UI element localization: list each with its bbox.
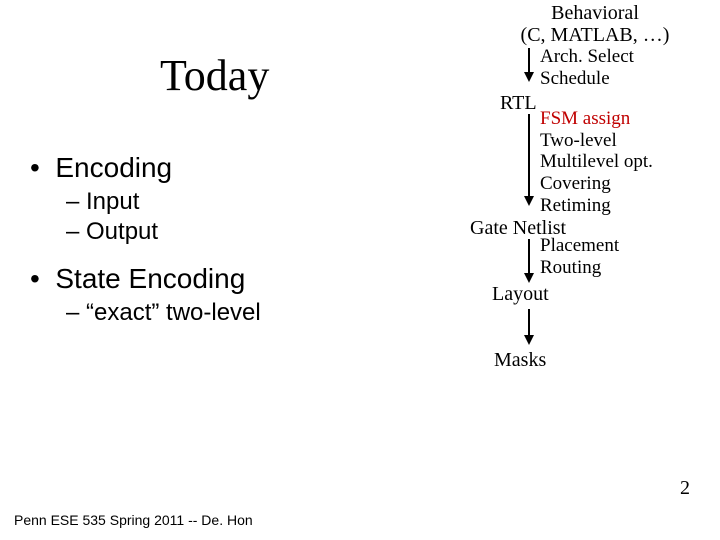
stage-masks: Masks [494,349,720,371]
arch-line1: Arch. Select [540,46,720,68]
side-arch: Arch. Select Schedule [540,46,720,90]
side-rtl-steps: FSM assign Two-level Multilevel opt. Cov… [540,108,720,217]
side-physical: Placement Routing [540,235,720,279]
subbullet-output: – Output [66,217,261,247]
footer-text: Penn ESE 535 Spring 2011 -- De. Hon [14,512,253,528]
arrow-icon [522,309,720,345]
opt-line1: Two-level [540,130,720,152]
bullet-text: State Encoding [55,263,245,294]
stage-behavioral: Behavioral (C, MATLAB, …) [490,2,720,46]
slide: Today • Encoding – Input – Output • Stat… [0,0,720,540]
page-title: Today [160,50,269,101]
subbullet-text: “exact” two-level [86,299,261,326]
outline-list: • Encoding – Input – Output • State Enco… [30,150,261,328]
subbullet-text: Input [86,188,139,215]
place-line2: Routing [540,257,720,279]
place-line1: Placement [540,235,720,257]
fsm-assign: FSM assign [540,108,720,130]
bullet-encoding: • Encoding [30,150,261,185]
opt-line4: Retiming [540,195,720,217]
arch-line2: Schedule [540,68,720,90]
behavioral-line2: (C, MATLAB, …) [470,24,720,46]
design-flow: Behavioral (C, MATLAB, …) Arch. Select S… [470,2,720,371]
stage-layout: Layout [492,283,720,305]
subbullet-input: – Input [66,187,261,217]
bullet-state-encoding: • State Encoding [30,261,261,296]
behavioral-line1: Behavioral [470,2,720,24]
bullet-text: Encoding [55,152,172,183]
subbullet-exact: – “exact” two-level [66,298,261,328]
opt-line3: Covering [540,173,720,195]
page-number: 2 [680,477,690,500]
opt-line2: Multilevel opt. [540,151,720,173]
subbullet-text: Output [86,218,158,245]
